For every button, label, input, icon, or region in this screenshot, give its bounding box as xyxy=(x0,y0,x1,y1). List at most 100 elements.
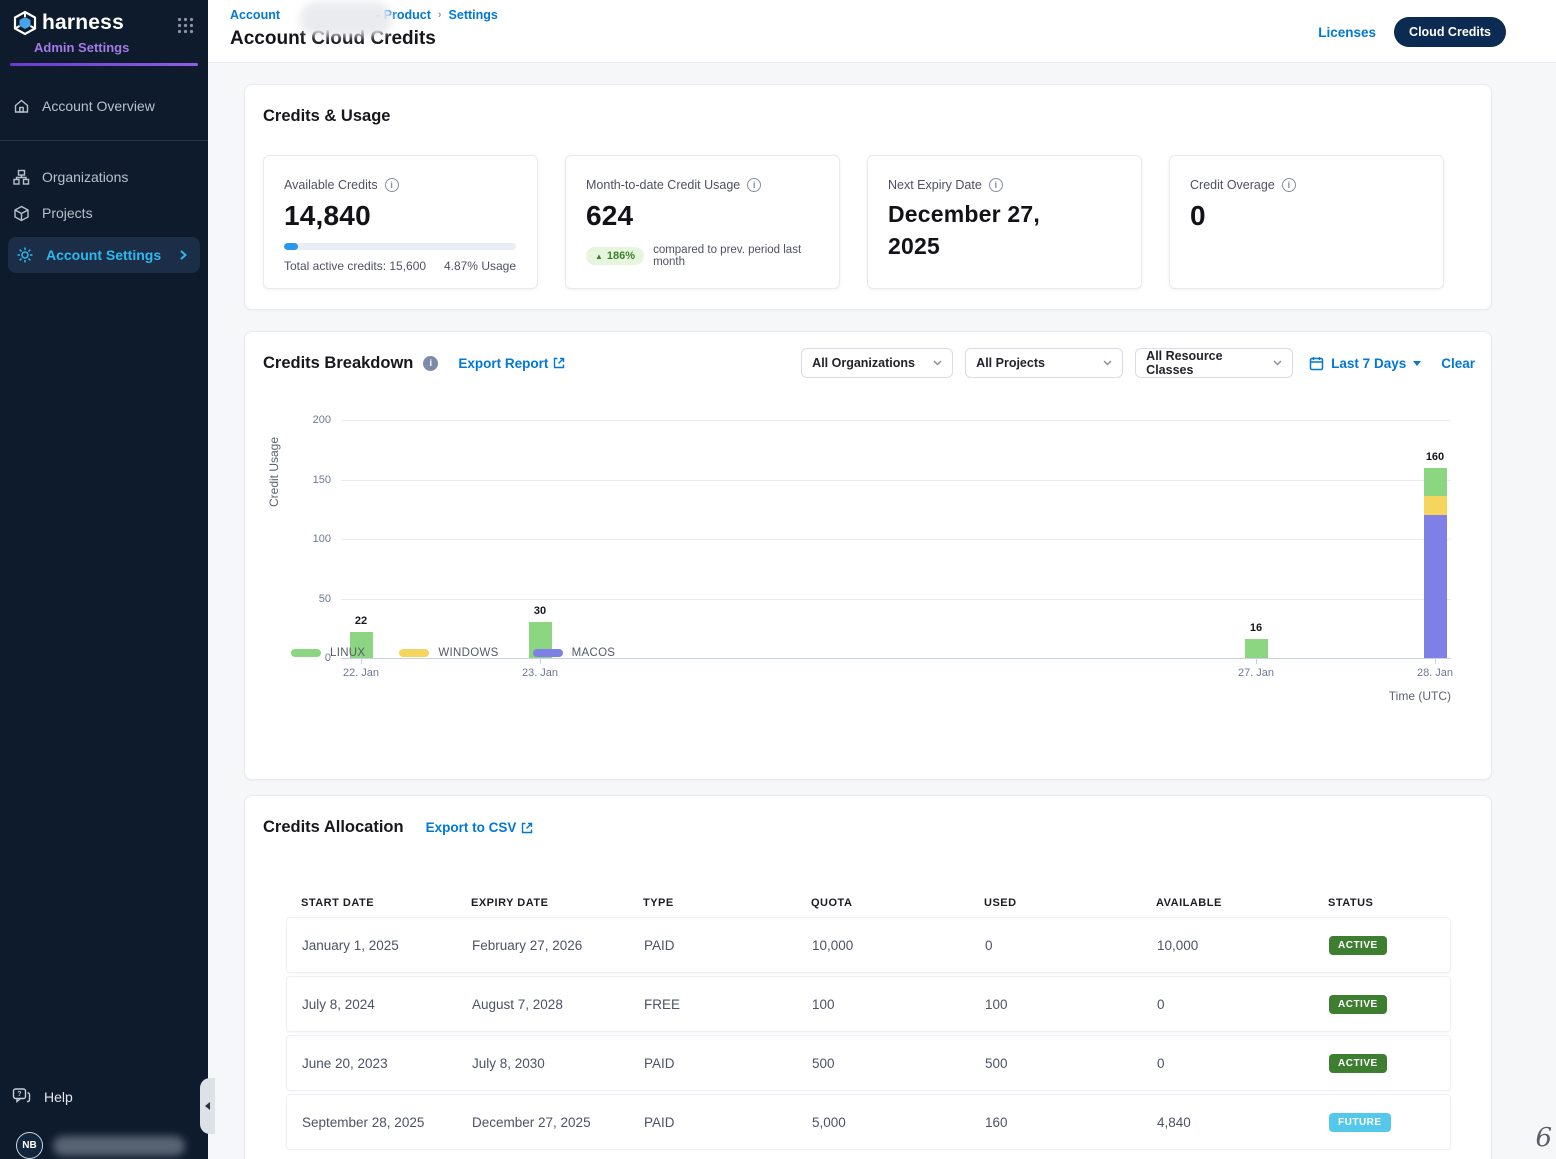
legend-label: WINDOWS xyxy=(438,647,498,659)
legend-item-windows[interactable]: WINDOWS xyxy=(399,647,498,659)
legend-item-macos[interactable]: MACOS xyxy=(533,647,616,659)
column-header: QUOTA xyxy=(811,897,984,909)
x-tick-mark xyxy=(1435,658,1436,664)
breadcrumb-settings[interactable]: Settings xyxy=(449,8,498,22)
sidebar-item-label: Projects xyxy=(42,205,93,221)
cell-available: 4,840 xyxy=(1157,1115,1329,1130)
date-range-filter[interactable]: Last 7 Days xyxy=(1309,356,1421,371)
credits-progress-bar xyxy=(284,243,516,250)
breadcrumb-account[interactable]: Account xyxy=(230,8,280,22)
sidebar-item-projects[interactable]: Projects xyxy=(0,195,208,231)
sidebar-item-organizations[interactable]: Organizations xyxy=(0,159,208,195)
credits-breakdown-title: Credits Breakdown xyxy=(263,354,413,373)
y-gridline xyxy=(341,480,1451,481)
delta-percent: 186% xyxy=(607,250,635,262)
credits-chart: Credit Usage Time (UTC) 0501001502002222… xyxy=(245,406,1493,716)
x-axis-title: Time (UTC) xyxy=(1389,689,1451,703)
legend-item-linux[interactable]: LINUX xyxy=(291,647,365,659)
resource-classes-select[interactable]: All Resource Classes xyxy=(1135,348,1293,378)
external-link-icon xyxy=(521,822,533,834)
info-icon[interactable]: i xyxy=(747,178,761,192)
table-row[interactable]: June 20, 2023 July 8, 2030 PAID 500 500 … xyxy=(286,1035,1451,1091)
help-button[interactable]: ? Help xyxy=(0,1084,85,1110)
export-csv-link[interactable]: Export to CSV xyxy=(426,820,534,835)
sidebar-item-label: Account Settings xyxy=(46,247,161,263)
redacted-account-name xyxy=(300,2,392,36)
legend-label: MACOS xyxy=(572,647,616,659)
column-header: TYPE xyxy=(643,897,811,909)
card-label: Next Expiry Date xyxy=(888,178,982,192)
export-report-link[interactable]: Export Report xyxy=(458,356,565,371)
bar-value-label: 160 xyxy=(1415,451,1455,463)
y-tick-label: 100 xyxy=(291,533,331,545)
sidebar-item-label: Account Overview xyxy=(42,98,155,114)
cell-type: PAID xyxy=(644,938,812,953)
legend-swatch xyxy=(291,649,321,657)
clear-filters-link[interactable]: Clear xyxy=(1441,356,1475,371)
external-link-icon xyxy=(553,357,565,369)
cell-start-date: January 1, 2025 xyxy=(302,938,472,953)
cell-expiry-date: August 7, 2028 xyxy=(472,997,644,1012)
cell-expiry-date: February 27, 2026 xyxy=(472,938,644,953)
table-row[interactable]: January 1, 2025 February 27, 2026 PAID 1… xyxy=(286,917,1451,973)
sidebar-item-account-settings[interactable]: Account Settings xyxy=(8,237,200,273)
status-badge: ACTIVE xyxy=(1329,995,1387,1014)
avatar[interactable]: NB xyxy=(16,1132,43,1159)
sidebar-collapse-handle[interactable] xyxy=(200,1078,215,1134)
main-content: Credits & Usage Available Credits i 14,8… xyxy=(208,63,1556,1159)
usage-percent: 4.87% Usage xyxy=(444,259,516,273)
cloud-credits-button[interactable]: Cloud Credits xyxy=(1394,17,1506,47)
export-report-label: Export Report xyxy=(458,356,548,371)
credit-overage-card: Credit Overage i 0 xyxy=(1169,155,1444,289)
cell-used: 160 xyxy=(985,1115,1157,1130)
chart-bar-linux[interactable] xyxy=(1424,468,1447,497)
chart-bar-windows[interactable] xyxy=(1424,496,1447,515)
home-icon xyxy=(12,97,30,115)
module-switcher-icon[interactable] xyxy=(177,17,194,34)
next-expiry-card: Next Expiry Date i December 27, 2025 xyxy=(867,155,1142,289)
resource-classes-select-value: All Resource Classes xyxy=(1146,349,1273,377)
x-tick-label: 27. Jan xyxy=(1221,667,1291,679)
delta-note: compared to prev. period last month xyxy=(653,244,819,268)
handwritten-annotation: 6 xyxy=(1535,1123,1552,1153)
cell-type: PAID xyxy=(644,1115,812,1130)
chevron-down-icon xyxy=(1103,360,1112,366)
sidebar-divider xyxy=(0,140,208,141)
page: harness Admin Settings Account Overview xyxy=(0,0,1556,1159)
credits-allocation-title: Credits Allocation xyxy=(263,818,404,837)
info-icon[interactable]: i xyxy=(385,178,399,192)
page-header: Account - Product › Settings Account Clo… xyxy=(208,0,1556,63)
cell-used: 100 xyxy=(985,997,1157,1012)
cell-start-date: July 8, 2024 xyxy=(302,997,472,1012)
chevron-down-icon xyxy=(933,360,942,366)
delta-badge: ▲ 186% xyxy=(586,247,644,265)
info-icon[interactable]: i xyxy=(1282,178,1296,192)
bar-value-label: 30 xyxy=(520,605,560,617)
organizations-select[interactable]: All Organizations xyxy=(801,348,953,378)
bar-value-label: 22 xyxy=(341,615,381,627)
info-icon[interactable]: i xyxy=(989,178,1003,192)
sidebar-item-account-overview[interactable]: Account Overview xyxy=(0,88,208,124)
licenses-link[interactable]: Licenses xyxy=(1318,25,1376,40)
x-tick-mark xyxy=(1256,658,1257,664)
cell-available: 10,000 xyxy=(1157,938,1329,953)
table-row[interactable]: September 28, 2025 December 27, 2025 PAI… xyxy=(286,1094,1451,1150)
chart-bar-macos[interactable] xyxy=(1424,515,1447,658)
card-label: Credit Overage xyxy=(1190,178,1275,192)
projects-select[interactable]: All Projects xyxy=(965,348,1123,378)
allocation-table-header: START DATE EXPIRY DATE TYPE QUOTA USED A… xyxy=(286,892,1451,914)
chart-legend: LINUX WINDOWS MACOS xyxy=(291,647,615,659)
y-gridline xyxy=(341,420,1451,421)
cell-start-date: June 20, 2023 xyxy=(302,1056,472,1071)
legend-label: LINUX xyxy=(330,647,365,659)
column-header: USED xyxy=(984,897,1156,909)
info-icon[interactable]: i xyxy=(423,356,438,371)
chart-bar-linux[interactable] xyxy=(1245,639,1268,658)
allocation-table: START DATE EXPIRY DATE TYPE QUOTA USED A… xyxy=(286,892,1451,1150)
cell-quota: 5,000 xyxy=(812,1115,985,1130)
cell-start-date: September 28, 2025 xyxy=(302,1115,472,1130)
table-row[interactable]: July 8, 2024 August 7, 2028 FREE 100 100… xyxy=(286,976,1451,1032)
column-header: EXPIRY DATE xyxy=(471,897,643,909)
harness-logo-icon xyxy=(12,10,38,36)
cell-expiry-date: December 27, 2025 xyxy=(472,1115,644,1130)
